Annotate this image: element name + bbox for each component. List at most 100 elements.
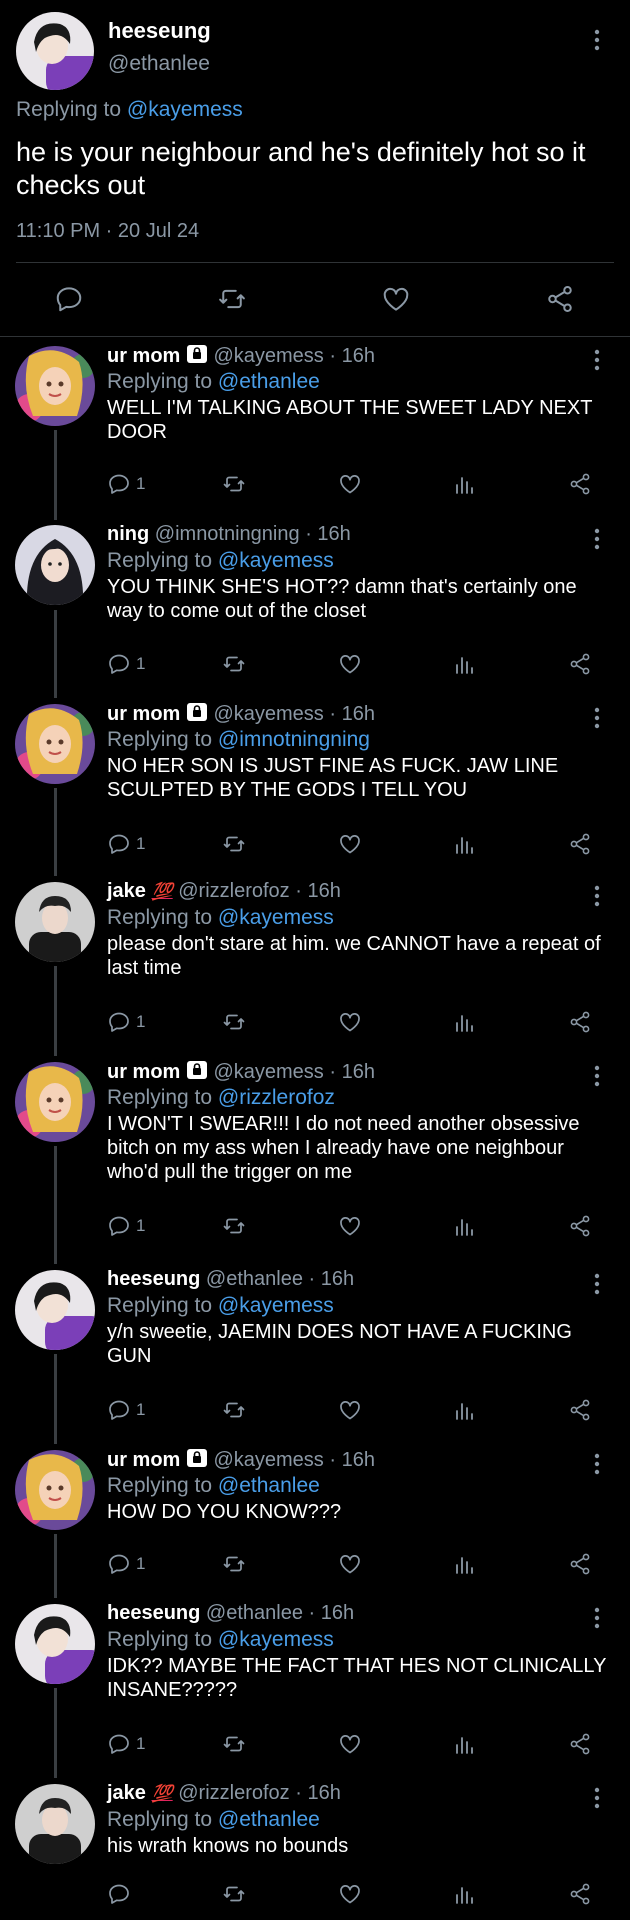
author-handle[interactable]: @kayemess — [213, 345, 323, 367]
retweet-icon[interactable] — [221, 652, 247, 676]
heart-icon[interactable] — [337, 1552, 363, 1576]
share-icon[interactable] — [567, 1732, 593, 1756]
share-icon[interactable] — [567, 1398, 593, 1422]
mention-link[interactable]: @imnotningning — [218, 728, 370, 751]
views-icon[interactable] — [453, 1882, 477, 1906]
author-name[interactable]: ur mom — [107, 1061, 180, 1083]
heart-icon[interactable] — [337, 652, 363, 676]
avatar-jake[interactable] — [15, 882, 95, 962]
author-name[interactable]: heeseung — [107, 1268, 200, 1290]
retweet-icon[interactable] — [221, 832, 247, 856]
author-handle[interactable]: @imnotningning — [155, 523, 300, 545]
share-icon[interactable] — [567, 652, 593, 676]
more-vertical-icon[interactable] — [590, 1786, 604, 1810]
author-name[interactable]: heeseung — [107, 1602, 200, 1624]
avatar-ning[interactable] — [15, 525, 95, 605]
more-vertical-icon[interactable] — [590, 1606, 604, 1630]
reply-time: · 16h — [305, 523, 351, 545]
more-vertical-icon[interactable] — [590, 1272, 604, 1296]
reply-icon[interactable] — [54, 284, 84, 314]
views-icon[interactable] — [453, 1398, 477, 1422]
author-name[interactable]: ur mom — [107, 703, 180, 725]
author-handle[interactable]: @rizzlerofoz — [178, 880, 289, 902]
reply-icon[interactable] — [107, 1552, 131, 1576]
more-vertical-icon[interactable] — [590, 884, 604, 908]
retweet-icon[interactable] — [221, 472, 247, 496]
avatar-ur-mom[interactable] — [15, 1450, 95, 1530]
reply-icon[interactable] — [107, 1010, 131, 1034]
reply-icon[interactable] — [107, 1398, 131, 1422]
views-icon[interactable] — [453, 472, 477, 496]
heart-icon[interactable] — [337, 1214, 363, 1238]
mention-link[interactable]: @kayemess — [218, 906, 334, 929]
views-icon[interactable] — [453, 652, 477, 676]
more-vertical-icon[interactable] — [590, 706, 604, 730]
avatar-heeseung[interactable] — [15, 1270, 95, 1350]
heart-icon[interactable] — [380, 284, 412, 314]
retweet-icon[interactable] — [221, 1398, 247, 1422]
retweet-icon[interactable] — [221, 1010, 247, 1034]
author-name[interactable]: ur mom — [107, 345, 180, 367]
avatar-ur-mom[interactable] — [15, 346, 95, 426]
share-icon[interactable] — [567, 1010, 593, 1034]
heart-icon[interactable] — [337, 472, 363, 496]
retweet-icon[interactable] — [221, 1552, 247, 1576]
reply-icon[interactable] — [107, 1882, 131, 1906]
mention-link[interactable]: @ethanlee — [218, 370, 320, 393]
share-icon[interactable] — [567, 1552, 593, 1576]
retweet-icon[interactable] — [221, 1882, 247, 1906]
retweet-icon[interactable] — [216, 284, 248, 314]
heart-icon[interactable] — [337, 1398, 363, 1422]
more-vertical-icon[interactable] — [590, 1064, 604, 1088]
mention-link[interactable]: @ethanlee — [218, 1808, 320, 1831]
heart-icon[interactable] — [337, 1010, 363, 1034]
avatar-jake[interactable] — [15, 1784, 95, 1864]
author-name[interactable]: ning — [107, 523, 149, 545]
author-name[interactable]: ur mom — [107, 1449, 180, 1471]
share-icon[interactable] — [544, 284, 576, 314]
mention-link[interactable]: @kayemess — [127, 98, 243, 121]
share-icon[interactable] — [567, 1214, 593, 1238]
mention-link[interactable]: @kayemess — [218, 549, 334, 572]
more-vertical-icon[interactable] — [590, 28, 604, 52]
avatar-heeseung[interactable] — [16, 12, 94, 90]
author-handle[interactable]: @ethanlee — [108, 52, 210, 76]
views-icon[interactable] — [453, 1552, 477, 1576]
reply-icon[interactable] — [107, 1214, 131, 1238]
mention-link[interactable]: @ethanlee — [218, 1474, 320, 1497]
heart-icon[interactable] — [337, 1732, 363, 1756]
heart-icon[interactable] — [337, 832, 363, 856]
reply-icon[interactable] — [107, 652, 131, 676]
author-name[interactable]: jake — [107, 880, 146, 902]
avatar-heeseung[interactable] — [15, 1604, 95, 1684]
mention-link[interactable]: @kayemess — [218, 1294, 334, 1317]
mention-link[interactable]: @kayemess — [218, 1628, 334, 1651]
author-name[interactable]: heeseung — [108, 18, 211, 44]
author-name[interactable]: jake — [107, 1782, 146, 1804]
author-handle[interactable]: @rizzlerofoz — [178, 1782, 289, 1804]
reply-icon[interactable] — [107, 1732, 131, 1756]
share-icon[interactable] — [567, 472, 593, 496]
reply-icon[interactable] — [107, 472, 131, 496]
avatar-ur-mom[interactable] — [15, 1062, 95, 1142]
author-handle[interactable]: @ethanlee — [206, 1602, 303, 1624]
share-icon[interactable] — [567, 1882, 593, 1906]
author-handle[interactable]: @ethanlee — [206, 1268, 303, 1290]
mention-link[interactable]: @rizzlerofoz — [218, 1086, 335, 1109]
reply-icon[interactable] — [107, 832, 131, 856]
more-vertical-icon[interactable] — [590, 348, 604, 372]
views-icon[interactable] — [453, 1010, 477, 1034]
views-icon[interactable] — [453, 1214, 477, 1238]
author-handle[interactable]: @kayemess — [213, 1449, 323, 1471]
author-handle[interactable]: @kayemess — [213, 1061, 323, 1083]
views-icon[interactable] — [453, 832, 477, 856]
heart-icon[interactable] — [337, 1882, 363, 1906]
share-icon[interactable] — [567, 832, 593, 856]
avatar-ur-mom[interactable] — [15, 704, 95, 784]
retweet-icon[interactable] — [221, 1214, 247, 1238]
more-vertical-icon[interactable] — [590, 1452, 604, 1476]
more-vertical-icon[interactable] — [590, 527, 604, 551]
retweet-icon[interactable] — [221, 1732, 247, 1756]
views-icon[interactable] — [453, 1732, 477, 1756]
author-handle[interactable]: @kayemess — [213, 703, 323, 725]
